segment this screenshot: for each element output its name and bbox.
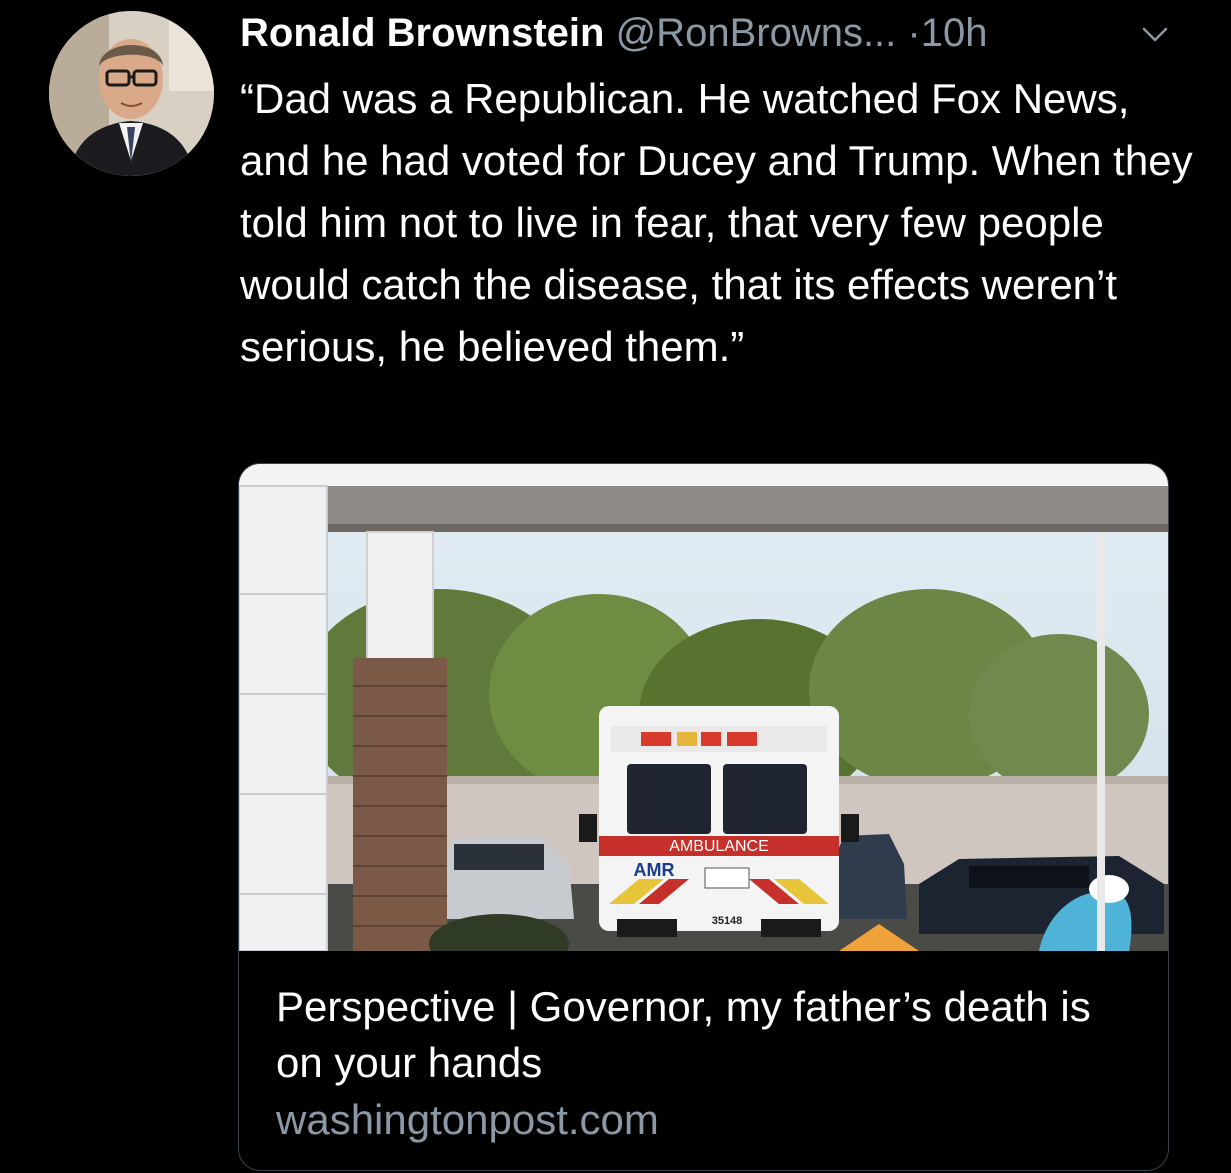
chevron-down-icon[interactable] <box>1140 22 1170 46</box>
card-title[interactable]: Perspective | Governor, my father’s deat… <box>276 979 1136 1091</box>
separator-dot: · <box>907 11 921 55</box>
link-card[interactable]: AMBULANCE AMR 35148 Perspective | Govern… <box>238 463 1169 1171</box>
author-name[interactable]: Ronald Brownstein <box>240 11 604 55</box>
tweet-text: “Dad was a Republican. He watched Fox Ne… <box>240 75 1193 370</box>
tweet-timestamp[interactable]: 10h <box>921 11 988 55</box>
card-image[interactable]: AMBULANCE AMR 35148 <box>239 464 1168 951</box>
avatar[interactable] <box>49 11 214 176</box>
ambulance-label: AMBULANCE <box>669 838 769 855</box>
ambulance-number: 35148 <box>712 915 743 927</box>
tweet[interactable]: Ronald Brownstein @RonBrowns... ·10h “Da… <box>0 0 1231 1173</box>
tweet-header: Ronald Brownstein @RonBrowns... ·10h <box>240 8 1171 58</box>
avatar-photo <box>49 11 214 176</box>
author-handle[interactable]: @RonBrowns... <box>616 11 897 55</box>
card-domain[interactable]: washingtonpost.com <box>276 1092 659 1148</box>
ambulance-logo: AMR <box>634 860 675 880</box>
